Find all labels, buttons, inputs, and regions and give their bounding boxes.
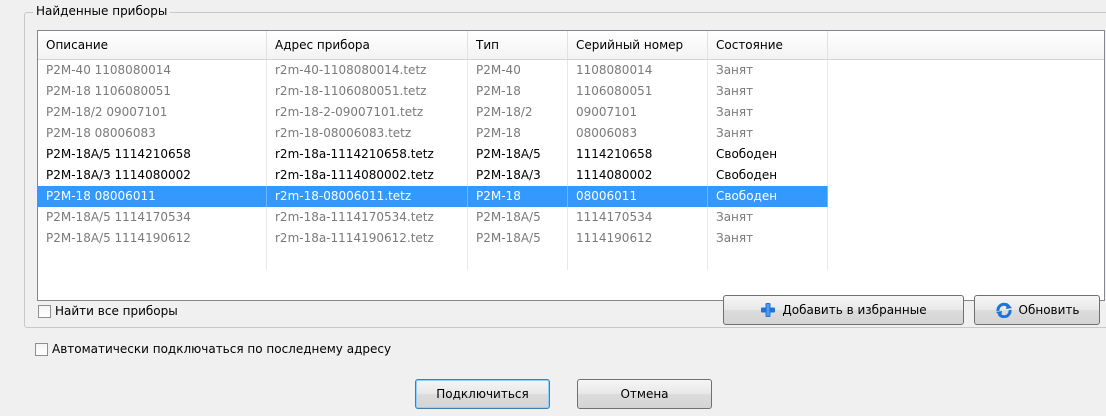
cell-description: P2M-18A/3 1114080002 bbox=[38, 165, 267, 186]
column-header-address[interactable]: Адрес прибора bbox=[267, 31, 468, 59]
cell-state: Свободен bbox=[708, 165, 828, 186]
table-row[interactable]: P2M-18 1106080051 r2m-18-1106080051.tetz P… bbox=[38, 81, 1104, 102]
column-header-state[interactable]: Состояние bbox=[708, 31, 828, 59]
cell-description: P2M-18/2 09007101 bbox=[38, 102, 267, 123]
cell-state: Занят bbox=[708, 102, 828, 123]
cell-state: Занят bbox=[708, 60, 828, 81]
group-title: Найденные приборы bbox=[33, 4, 171, 18]
cell-serial: 08006083 bbox=[568, 123, 708, 144]
list-rows: P2M-40 1108080014 r2m-40-1108080014.tetz P… bbox=[38, 60, 1104, 270]
find-all-label: Найти все приборы bbox=[55, 304, 178, 318]
cell-address: r2m-18-1106080051.tetz bbox=[267, 81, 468, 102]
cell-filler bbox=[828, 60, 1104, 81]
cell-serial: 1114190612 bbox=[568, 228, 708, 249]
cell-filler bbox=[828, 102, 1104, 123]
find-all-checkbox[interactable] bbox=[38, 305, 51, 318]
cancel-label: Отмена bbox=[620, 387, 669, 401]
empty-cell bbox=[468, 249, 568, 270]
cell-address: r2m-40-1108080014.tetz bbox=[267, 60, 468, 81]
cell-serial: 1114080002 bbox=[568, 165, 708, 186]
cell-type: P2M-18A/5 bbox=[468, 144, 568, 165]
cell-serial: 09007101 bbox=[568, 102, 708, 123]
device-search-dialog: Найденные приборы Описание Адрес прибора… bbox=[9, 0, 1106, 416]
cell-description: P2M-18 08006011 bbox=[38, 186, 267, 207]
cell-type: P2M-18/2 bbox=[468, 102, 568, 123]
plus-icon bbox=[761, 303, 776, 317]
auto-connect-checkbox[interactable] bbox=[35, 343, 48, 356]
connect-label: Подключиться bbox=[436, 387, 529, 401]
table-row[interactable]: P2M-18A/3 1114080002 r2m-18a-1114080002.t… bbox=[38, 165, 1104, 186]
table-row[interactable]: P2M-18 08006011 r2m-18-08006011.tetz P2M-1… bbox=[38, 186, 1104, 207]
empty-cell bbox=[38, 249, 267, 270]
cell-state: Занят bbox=[708, 228, 828, 249]
cell-type: P2M-18 bbox=[468, 123, 568, 144]
table-row[interactable]: P2M-18A/5 1114210658 r2m-18a-1114210658.t… bbox=[38, 144, 1104, 165]
empty-cell bbox=[267, 249, 468, 270]
cell-filler bbox=[828, 81, 1104, 102]
cell-description: P2M-40 1108080014 bbox=[38, 60, 267, 81]
cell-type: P2M-40 bbox=[468, 60, 568, 81]
column-header-description[interactable]: Описание bbox=[38, 31, 267, 59]
cell-state: Занят bbox=[708, 207, 828, 228]
cell-type: P2M-18A/3 bbox=[468, 165, 568, 186]
cell-description: P2M-18 1106080051 bbox=[38, 81, 267, 102]
cell-state: Свободен bbox=[708, 144, 828, 165]
cell-address: r2m-18a-1114210658.tetz bbox=[267, 144, 468, 165]
cell-type: P2M-18A/5 bbox=[468, 207, 568, 228]
auto-connect-label: Автоматически подключаться по последнему… bbox=[52, 342, 392, 356]
cell-filler bbox=[828, 123, 1104, 144]
table-row[interactable]: P2M-18A/5 1114170534 r2m-18a-1114170534.t… bbox=[38, 207, 1104, 228]
connect-button[interactable]: Подключиться bbox=[415, 379, 550, 409]
table-row[interactable]: P2M-40 1108080014 r2m-40-1108080014.tetz P… bbox=[38, 60, 1104, 81]
add-favorites-button[interactable]: Добавить в избранные bbox=[723, 295, 964, 325]
refresh-label: Обновить bbox=[1018, 303, 1080, 317]
refresh-button[interactable]: Обновить bbox=[974, 295, 1100, 325]
empty-cell bbox=[708, 249, 828, 270]
cell-type: P2M-18A/5 bbox=[468, 228, 568, 249]
cell-address: r2m-18-08006011.tetz bbox=[267, 186, 468, 207]
cell-serial: 1114210658 bbox=[568, 144, 708, 165]
cell-address: r2m-18a-1114190612.tetz bbox=[267, 228, 468, 249]
cell-description: P2M-18A/5 1114190612 bbox=[38, 228, 267, 249]
empty-cell bbox=[828, 249, 1104, 270]
table-row[interactable]: P2M-18A/5 1114190612 r2m-18a-1114190612.t… bbox=[38, 228, 1104, 249]
cell-serial: 1108080014 bbox=[568, 60, 708, 81]
cell-description: P2M-18A/5 1114170534 bbox=[38, 207, 267, 228]
cell-description: P2M-18A/5 1114210658 bbox=[38, 144, 267, 165]
cell-state: Занят bbox=[708, 123, 828, 144]
cancel-button[interactable]: Отмена bbox=[577, 379, 712, 409]
table-row[interactable]: P2M-18/2 09007101 r2m-18-2-09007101.tetz P… bbox=[38, 102, 1104, 123]
list-header: Описание Адрес прибора Тип Серийный номе… bbox=[38, 31, 1104, 60]
cell-filler bbox=[828, 207, 1104, 228]
column-header-filler bbox=[828, 31, 1104, 59]
cell-type: P2M-18 bbox=[468, 81, 568, 102]
cell-filler bbox=[828, 228, 1104, 249]
cell-serial: 1114170534 bbox=[568, 207, 708, 228]
add-favorites-label: Добавить в избранные bbox=[782, 303, 927, 317]
column-header-serial[interactable]: Серийный номер bbox=[568, 31, 708, 59]
cell-serial: 1106080051 bbox=[568, 81, 708, 102]
empty-cell bbox=[568, 249, 708, 270]
cell-address: r2m-18-08006083.tetz bbox=[267, 123, 468, 144]
cell-state: Свободен bbox=[708, 186, 828, 207]
cell-address: r2m-18a-1114080002.tetz bbox=[267, 165, 468, 186]
cell-filler bbox=[828, 165, 1104, 186]
table-row[interactable]: P2M-18 08006083 r2m-18-08006083.tetz P2M-1… bbox=[38, 123, 1104, 144]
empty-row bbox=[38, 249, 1104, 270]
cell-serial: 08006011 bbox=[568, 186, 708, 207]
cell-type: P2M-18 bbox=[468, 186, 568, 207]
cell-state: Занят bbox=[708, 81, 828, 102]
cell-filler bbox=[828, 186, 1104, 207]
found-devices-group: Найденные приборы Описание Адрес прибора… bbox=[24, 4, 1106, 328]
cell-filler bbox=[828, 144, 1104, 165]
cell-address: r2m-18a-1114170534.tetz bbox=[267, 207, 468, 228]
devices-list[interactable]: Описание Адрес прибора Тип Серийный номе… bbox=[37, 30, 1105, 301]
cell-description: P2M-18 08006083 bbox=[38, 123, 267, 144]
cell-address: r2m-18-2-09007101.tetz bbox=[267, 102, 468, 123]
column-header-type[interactable]: Тип bbox=[468, 31, 568, 59]
refresh-icon bbox=[995, 302, 1012, 318]
